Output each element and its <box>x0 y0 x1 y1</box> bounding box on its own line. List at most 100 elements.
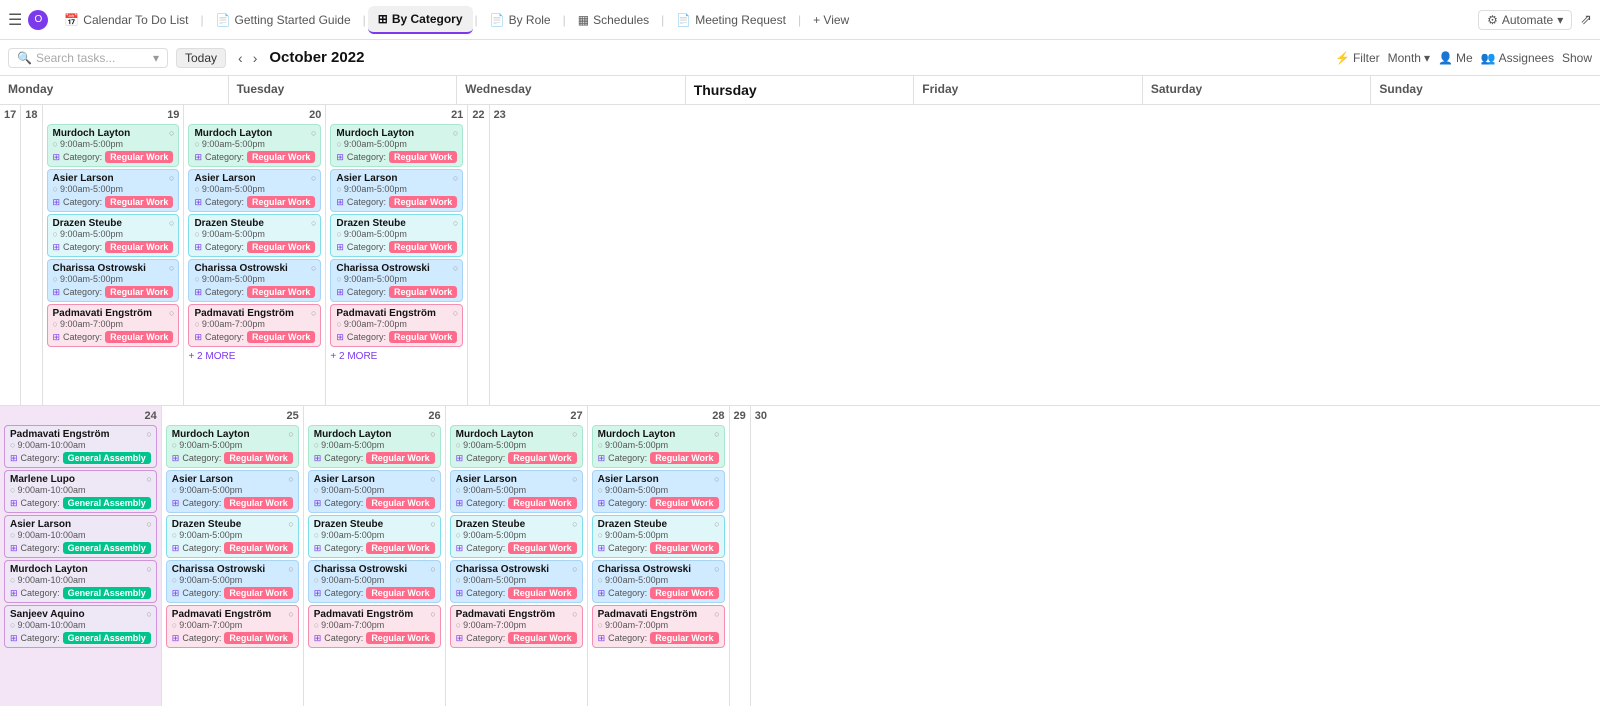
check-icon[interactable]: ○ <box>146 519 151 529</box>
event-padmavati-wed2[interactable]: ○ Padmavati Engström ○9:00am-7:00pm ⊞ Ca… <box>308 605 441 648</box>
event-drazen-fri[interactable]: ○ Drazen Steube ○9:00am-5:00pm ⊞ Categor… <box>330 214 463 257</box>
check-icon[interactable]: ○ <box>288 519 293 529</box>
check-icon[interactable]: ○ <box>453 263 458 273</box>
prev-arrow[interactable]: ‹ <box>234 48 247 68</box>
event-drazen-thu[interactable]: ○ Drazen Steube ○9:00am-5:00pm ⊞ Categor… <box>188 214 321 257</box>
filter-button[interactable]: ⚡ Filter <box>1335 51 1380 65</box>
show-button[interactable]: Show <box>1562 51 1592 65</box>
check-icon[interactable]: ○ <box>169 263 174 273</box>
month-button[interactable]: Month ▾ <box>1388 51 1430 65</box>
check-icon[interactable]: ○ <box>572 519 577 529</box>
check-icon[interactable]: ○ <box>430 519 435 529</box>
check-icon[interactable]: ○ <box>572 609 577 619</box>
event-asier-wed[interactable]: ○ Asier Larson ○9:00am-5:00pm ⊞ Category… <box>47 169 180 212</box>
check-icon[interactable]: ○ <box>311 218 316 228</box>
check-icon[interactable]: ○ <box>169 173 174 183</box>
check-icon[interactable]: ○ <box>169 218 174 228</box>
event-asier-tue2[interactable]: ○ Asier Larson ○9:00am-5:00pm ⊞ Category… <box>166 470 299 513</box>
event-padmavati-mon2[interactable]: ○ Padmavati Engström ○9:00am-10:00am ⊞ C… <box>4 425 157 468</box>
tab-by-role[interactable]: 📄 By Role <box>480 6 561 34</box>
event-murdoch-thu2[interactable]: ○ Murdoch Layton ○9:00am-5:00pm ⊞ Catego… <box>450 425 583 468</box>
tab-by-category[interactable]: ⊞ By Category <box>368 6 473 34</box>
check-icon[interactable]: ○ <box>572 429 577 439</box>
event-charissa-fri2[interactable]: ○ Charissa Ostrowski ○9:00am-5:00pm ⊞ Ca… <box>592 560 725 603</box>
check-icon[interactable]: ○ <box>430 429 435 439</box>
check-icon[interactable]: ○ <box>714 519 719 529</box>
tab-schedules[interactable]: ▦ Schedules <box>568 6 659 34</box>
check-icon[interactable]: ○ <box>453 308 458 318</box>
event-drazen-wed[interactable]: ○ Drazen Steube ○9:00am-5:00pm ⊞ Categor… <box>47 214 180 257</box>
next-arrow[interactable]: › <box>249 48 262 68</box>
event-asier-fri2[interactable]: ○ Asier Larson ○9:00am-5:00pm ⊞ Category… <box>592 470 725 513</box>
event-charissa-thu[interactable]: ○ Charissa Ostrowski ○9:00am-5:00pm ⊞ Ca… <box>188 259 321 302</box>
automate-button[interactable]: ⚙ Automate ▾ <box>1478 10 1572 30</box>
event-sanjeev-mon2[interactable]: ○ Sanjeev Aquino ○9:00am-10:00am ⊞ Categ… <box>4 605 157 648</box>
event-asier-thu[interactable]: ○ Asier Larson ○9:00am-5:00pm ⊞ Category… <box>188 169 321 212</box>
check-icon[interactable]: ○ <box>572 474 577 484</box>
check-icon[interactable]: ○ <box>430 609 435 619</box>
check-icon[interactable]: ○ <box>714 474 719 484</box>
check-icon[interactable]: ○ <box>714 564 719 574</box>
event-padmavati-fri2[interactable]: ○ Padmavati Engström ○9:00am-7:00pm ⊞ Ca… <box>592 605 725 648</box>
check-icon[interactable]: ○ <box>169 308 174 318</box>
more-link-fri-1[interactable]: + 2 MORE <box>330 349 463 364</box>
event-charissa-fri[interactable]: ○ Charissa Ostrowski ○9:00am-5:00pm ⊞ Ca… <box>330 259 463 302</box>
event-murdoch-wed[interactable]: ○ Murdoch Layton ○9:00am-5:00pm ⊞ Catego… <box>47 124 180 167</box>
check-icon[interactable]: ○ <box>572 564 577 574</box>
event-murdoch-fri[interactable]: ○ Murdoch Layton ○9:00am-5:00pm ⊞ Catego… <box>330 124 463 167</box>
event-asier-fri[interactable]: ○ Asier Larson ○9:00am-5:00pm ⊞ Category… <box>330 169 463 212</box>
event-padmavati-tue2[interactable]: ○ Padmavati Engström ○9:00am-7:00pm ⊞ Ca… <box>166 605 299 648</box>
check-icon[interactable]: ○ <box>146 609 151 619</box>
event-asier-mon2[interactable]: ○ Asier Larson ○9:00am-10:00am ⊞ Categor… <box>4 515 157 558</box>
check-icon[interactable]: ○ <box>169 128 174 138</box>
check-icon[interactable]: ○ <box>714 429 719 439</box>
check-icon[interactable]: ○ <box>311 263 316 273</box>
check-icon[interactable]: ○ <box>311 308 316 318</box>
me-button[interactable]: 👤 Me <box>1438 51 1473 65</box>
event-murdoch-mon2[interactable]: ○ Murdoch Layton ○9:00am-10:00am ⊞ Categ… <box>4 560 157 603</box>
check-icon[interactable]: ○ <box>430 564 435 574</box>
check-icon[interactable]: ○ <box>311 128 316 138</box>
event-asier-wed2[interactable]: ○ Asier Larson ○9:00am-5:00pm ⊞ Category… <box>308 470 441 513</box>
event-drazen-tue2[interactable]: ○ Drazen Steube ○9:00am-5:00pm ⊞ Categor… <box>166 515 299 558</box>
check-icon[interactable]: ○ <box>288 564 293 574</box>
event-charissa-tue2[interactable]: ○ Charissa Ostrowski ○9:00am-5:00pm ⊞ Ca… <box>166 560 299 603</box>
event-charissa-thu2[interactable]: ○ Charissa Ostrowski ○9:00am-5:00pm ⊞ Ca… <box>450 560 583 603</box>
event-asier-thu2[interactable]: ○ Asier Larson ○9:00am-5:00pm ⊞ Category… <box>450 470 583 513</box>
event-drazen-thu2[interactable]: ○ Drazen Steube ○9:00am-5:00pm ⊞ Categor… <box>450 515 583 558</box>
search-box[interactable]: 🔍 Search tasks... ▾ <box>8 48 168 68</box>
event-murdoch-fri2[interactable]: ○ Murdoch Layton ○9:00am-5:00pm ⊞ Catego… <box>592 425 725 468</box>
check-icon[interactable]: ○ <box>714 609 719 619</box>
event-padmavati-thu2[interactable]: ○ Padmavati Engström ○9:00am-7:00pm ⊞ Ca… <box>450 605 583 648</box>
event-charissa-wed2[interactable]: ○ Charissa Ostrowski ○9:00am-5:00pm ⊞ Ca… <box>308 560 441 603</box>
event-padmavati-fri[interactable]: ○ Padmavati Engström ○9:00am-7:00pm ⊞ Ca… <box>330 304 463 347</box>
share-icon[interactable]: ⇗ <box>1580 11 1592 28</box>
check-icon[interactable]: ○ <box>288 609 293 619</box>
hamburger-icon[interactable]: ☰ <box>8 10 22 30</box>
check-icon[interactable]: ○ <box>146 564 151 574</box>
event-padmavati-wed[interactable]: ○ Padmavati Engström ○9:00am-7:00pm ⊞ Ca… <box>47 304 180 347</box>
event-drazen-fri2[interactable]: ○ Drazen Steube ○9:00am-5:00pm ⊞ Categor… <box>592 515 725 558</box>
check-icon[interactable]: ○ <box>311 173 316 183</box>
tab-getting-started[interactable]: 📄 Getting Started Guide <box>206 6 361 34</box>
check-icon[interactable]: ○ <box>453 173 458 183</box>
tab-meeting-request[interactable]: 📄 Meeting Request <box>666 6 796 34</box>
assignees-button[interactable]: 👥 Assignees <box>1481 51 1554 65</box>
check-icon[interactable]: ○ <box>288 474 293 484</box>
event-charissa-wed[interactable]: ○ Charissa Ostrowski ○9:00am-5:00pm ⊞ Ca… <box>47 259 180 302</box>
check-icon[interactable]: ○ <box>146 474 151 484</box>
tab-add-view[interactable]: + View <box>803 6 859 34</box>
check-icon[interactable]: ○ <box>453 128 458 138</box>
check-icon[interactable]: ○ <box>430 474 435 484</box>
event-padmavati-thu[interactable]: ○ Padmavati Engström ○9:00am-7:00pm ⊞ Ca… <box>188 304 321 347</box>
check-icon[interactable]: ○ <box>453 218 458 228</box>
event-drazen-wed2[interactable]: ○ Drazen Steube ○9:00am-5:00pm ⊞ Categor… <box>308 515 441 558</box>
tab-calendar[interactable]: 📅 Calendar To Do List <box>54 6 198 34</box>
today-button[interactable]: Today <box>176 48 226 68</box>
check-icon[interactable]: ○ <box>146 429 151 439</box>
check-icon[interactable]: ○ <box>288 429 293 439</box>
event-murdoch-wed2[interactable]: ○ Murdoch Layton ○9:00am-5:00pm ⊞ Catego… <box>308 425 441 468</box>
event-murdoch-tue2[interactable]: ○ Murdoch Layton ○9:00am-5:00pm ⊞ Catego… <box>166 425 299 468</box>
event-marlene-mon2[interactable]: ○ Marlene Lupo ○9:00am-10:00am ⊞ Categor… <box>4 470 157 513</box>
event-murdoch-thu[interactable]: ○ Murdoch Layton ○9:00am-5:00pm ⊞ Catego… <box>188 124 321 167</box>
